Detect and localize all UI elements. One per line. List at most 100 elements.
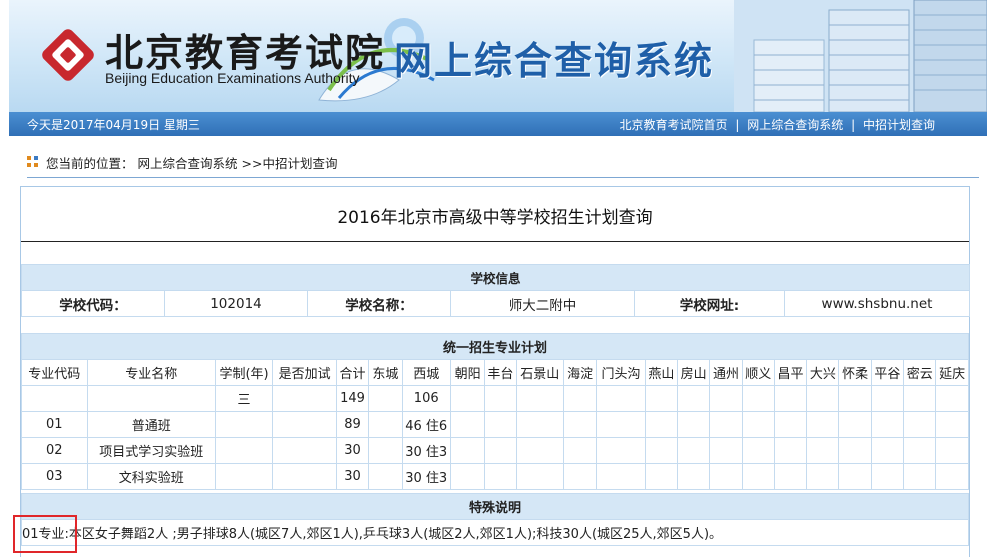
- plan-column-header: 是否加试: [272, 359, 337, 386]
- section-header-special: 特殊说明: [21, 493, 969, 520]
- location-grid-icon: [27, 156, 38, 167]
- plan-cell: [484, 437, 517, 464]
- plan-column-header: 海淀: [562, 359, 598, 386]
- school-site-label: 学校网址:: [634, 290, 785, 317]
- plan-cell: [515, 411, 564, 438]
- plan-cell: [741, 411, 775, 438]
- plan-cell: 02: [21, 437, 88, 464]
- plan-cell: [644, 463, 679, 490]
- plan-cell: 普通班: [86, 411, 216, 438]
- plan-cell: [676, 437, 711, 464]
- beijing-exam-logo-icon: [42, 29, 94, 81]
- plan-column-header: 合计: [335, 359, 370, 386]
- plan-cell: [903, 385, 937, 412]
- plan-cell: [214, 411, 274, 438]
- plan-cell: [709, 463, 743, 490]
- school-name-label: 学校名称：: [307, 290, 451, 317]
- plan-header-row: 专业代码 专业名称 学制(年) 是否加试 合计 东城 西城 朝阳 丰台 石景山 海淀 门头沟 燕山 房山通…: [21, 359, 969, 386]
- plan-cell: [676, 385, 711, 412]
- plan-cell: [272, 411, 337, 438]
- plan-body: 三 149 106 01 普通班 89 46 住6 02 项目式学习实验班 30 30 住3 03 文科…: [21, 385, 969, 490]
- plan-row: 三 149 106: [21, 385, 969, 412]
- buildings-graphic: [734, 0, 987, 112]
- plan-column-header: 石景山: [515, 359, 564, 386]
- plan-cell: [449, 463, 486, 490]
- plan-column-header: 朝阳: [449, 359, 486, 386]
- plan-column-header: 学制(年): [214, 359, 274, 386]
- highlight-box: [13, 515, 77, 553]
- plan-cell: [368, 385, 403, 412]
- plan-cell: 文科实验班: [86, 463, 216, 490]
- plan-cell: [562, 463, 598, 490]
- plan-cell: 89: [335, 411, 370, 438]
- plan-column-header: 燕山: [644, 359, 679, 386]
- plan-cell: [484, 411, 517, 438]
- plan-cell: [596, 385, 646, 412]
- plan-column-header: 大兴: [806, 359, 840, 386]
- plan-cell: [935, 463, 969, 490]
- page-title: 2016年北京市高级中等学校招生计划查询: [21, 187, 969, 242]
- plan-cell: 三: [214, 385, 274, 412]
- school-name-value: 师大二附中: [450, 290, 635, 317]
- plan-cell: [484, 385, 517, 412]
- plan-column-header: 平谷: [870, 359, 905, 386]
- nav-link-enrollment-plan[interactable]: 中招计划查询: [863, 118, 935, 132]
- plan-row: 03 文科实验班 30 30 住3: [21, 463, 969, 490]
- plan-column-header: 怀柔: [838, 359, 872, 386]
- plan-cell: [214, 463, 274, 490]
- plan-column-header: 通州: [709, 359, 743, 386]
- plan-cell: [773, 463, 808, 490]
- plan-cell: [644, 385, 679, 412]
- plan-cell: 03: [21, 463, 88, 490]
- nav-separator: |: [735, 118, 740, 132]
- plan-cell: [773, 411, 808, 438]
- plan-cell: [838, 463, 872, 490]
- plan-cell: [741, 385, 775, 412]
- enrollment-plan-table: 统一招生专业计划 专业代码 专业名称 学制(年) 是否加试 合计 东城 西城 朝阳 丰台 石景山海…: [21, 333, 969, 490]
- breadcrumb-divider: [27, 177, 979, 178]
- plan-cell: 30 住3: [401, 437, 451, 464]
- plan-cell: [935, 411, 969, 438]
- top-nav-bar: 今天是2017年04月19日 星期三 北京教育考试院首页 | 网上综合查询系统 …: [9, 112, 987, 136]
- plan-cell: [515, 463, 564, 490]
- plan-cell: 项目式学习实验班: [86, 437, 216, 464]
- school-info-table: 学校信息 学校代码： 102014 学校名称： 师大二附中 学校网址: www.…: [20, 264, 971, 317]
- plan-cell: [449, 385, 486, 412]
- plan-column-header: 延庆: [935, 359, 969, 386]
- plan-cell: [272, 385, 337, 412]
- plan-cell: [935, 385, 969, 412]
- plan-column-header: 门头沟: [596, 359, 646, 386]
- section-header-plan: 统一招生专业计划: [21, 333, 969, 360]
- plan-cell: [741, 463, 775, 490]
- breadcrumb-item-query-system[interactable]: 网上综合查询系统: [138, 156, 238, 171]
- plan-cell: [484, 463, 517, 490]
- breadcrumb: 您当前的位置： 网上综合查询系统 >>中招计划查询: [18, 136, 978, 181]
- plan-cell: [773, 437, 808, 464]
- nav-link-query-system[interactable]: 网上综合查询系统: [747, 118, 843, 132]
- plan-cell: [806, 463, 840, 490]
- plan-cell: [562, 437, 598, 464]
- special-notes-text: 01专业:本区女子舞蹈2人 ;男子排球8人(城区7人,郊区1人),乒乓球3人(城…: [21, 519, 969, 546]
- plan-column-header: 昌平: [773, 359, 808, 386]
- plan-cell: [644, 411, 679, 438]
- plan-cell: [596, 463, 646, 490]
- plan-column-header: 密云: [903, 359, 937, 386]
- plan-cell: [644, 437, 679, 464]
- plan-cell: 30: [335, 437, 370, 464]
- plan-row: 02 项目式学习实验班 30 30 住3: [21, 437, 969, 464]
- logo-english-name: Beijing Education Examinations Authority: [105, 70, 360, 86]
- nav-link-exam-home[interactable]: 北京教育考试院首页: [620, 118, 728, 132]
- section-header-school-info: 学校信息: [20, 264, 971, 291]
- plan-cell: [806, 385, 840, 412]
- query-result-panel: 2016年北京市高级中等学校招生计划查询 学校信息 学校代码： 102014 学…: [20, 186, 971, 557]
- plan-cell: [596, 411, 646, 438]
- plan-cell: [86, 385, 216, 412]
- plan-cell: [368, 437, 403, 464]
- plan-column-header: 专业名称: [86, 359, 216, 386]
- plan-cell: [21, 385, 88, 412]
- plan-cell: [903, 437, 937, 464]
- plan-cell: [562, 411, 598, 438]
- plan-cell: 30 住3: [401, 463, 451, 490]
- plan-cell: [838, 385, 872, 412]
- plan-cell: [903, 411, 937, 438]
